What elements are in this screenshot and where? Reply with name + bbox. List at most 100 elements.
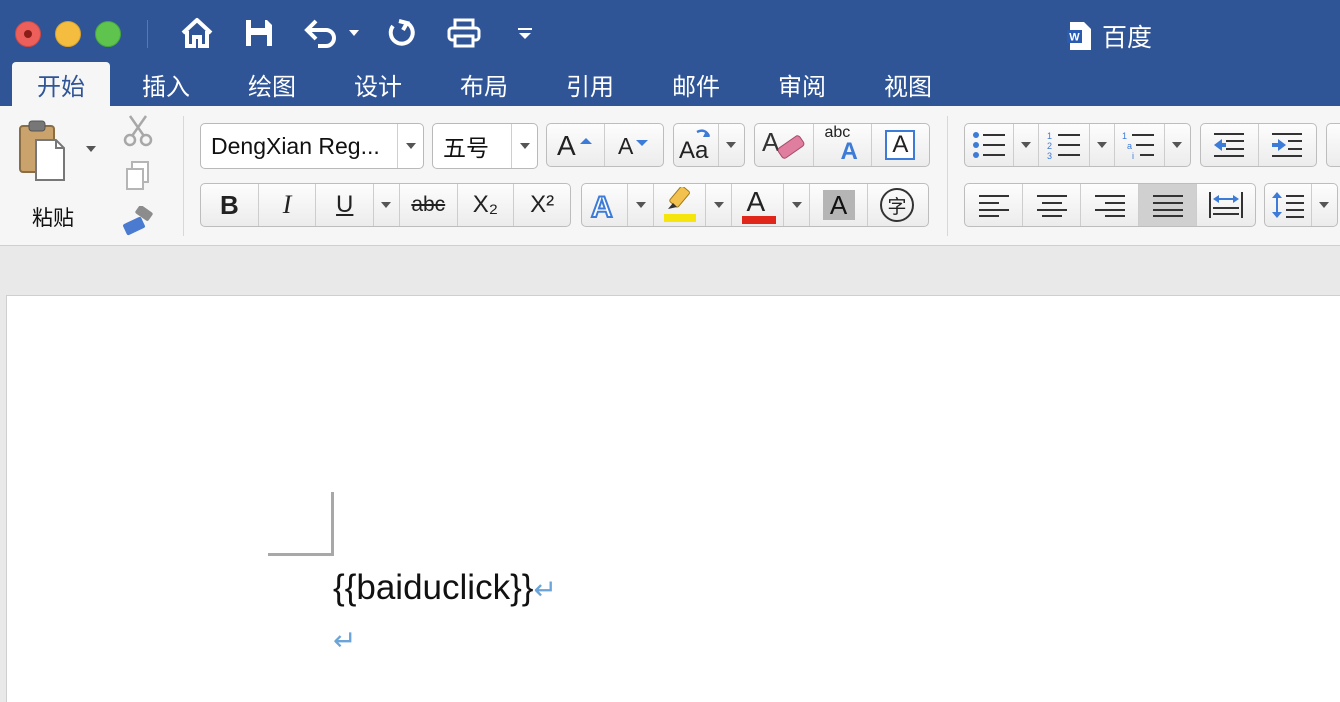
highlighter-pen-icon xyxy=(667,185,690,209)
tab-design[interactable]: 设计 xyxy=(332,62,424,106)
superscript-button[interactable]: X² xyxy=(514,184,570,226)
close-window-button[interactable] xyxy=(15,21,41,47)
document-page[interactable] xyxy=(6,295,1340,702)
clear-formatting-button[interactable]: A xyxy=(755,124,815,166)
sort-button[interactable] xyxy=(1327,124,1340,166)
distributed-button[interactable] xyxy=(1197,184,1255,226)
svg-text:2: 2 xyxy=(1047,141,1052,151)
change-case-dropdown[interactable] xyxy=(719,124,744,166)
chevron-down-icon xyxy=(1319,202,1330,208)
character-shading-button[interactable]: A xyxy=(810,184,868,226)
numbering-dropdown[interactable] xyxy=(1090,124,1116,166)
increase-indent-button[interactable] xyxy=(1259,124,1317,166)
highlight-button[interactable] xyxy=(654,184,706,226)
text-effects-dropdown[interactable] xyxy=(628,184,654,226)
paste-button[interactable]: 粘贴 xyxy=(14,118,78,230)
tab-references[interactable]: 引用 xyxy=(544,62,636,106)
home-button[interactable] xyxy=(178,14,216,52)
eraser-icon: A xyxy=(762,127,805,159)
copy-button[interactable] xyxy=(124,160,154,197)
bold-button[interactable]: B xyxy=(201,184,259,226)
align-left-button[interactable] xyxy=(965,184,1023,226)
undo-icon xyxy=(304,19,336,48)
empty-paragraph[interactable]: ↵ xyxy=(333,624,356,657)
text-effects-button[interactable]: A xyxy=(582,184,628,226)
tab-view[interactable]: 视图 xyxy=(862,62,954,106)
strikethrough-button[interactable]: abc xyxy=(400,184,458,226)
customize-toolbar-button[interactable] xyxy=(514,14,536,52)
tab-layout[interactable]: 布局 xyxy=(438,62,530,106)
multilevel-list-dropdown[interactable] xyxy=(1165,124,1190,166)
chevron-down-icon xyxy=(1096,142,1107,148)
tab-home[interactable]: 开始 xyxy=(12,62,110,106)
change-case-button[interactable]: Aa xyxy=(674,124,719,166)
svg-text:W: W xyxy=(1069,32,1080,44)
chevron-down-icon xyxy=(713,202,724,208)
multilevel-list-icon: 1ai xyxy=(1122,131,1155,160)
list-group: 123 1ai xyxy=(964,123,1191,167)
paragraph-mark-icon: ↵ xyxy=(333,625,357,656)
svg-text:A: A xyxy=(762,127,780,157)
divider xyxy=(147,20,148,48)
font-color-swatch xyxy=(741,216,776,224)
justify-button[interactable] xyxy=(1139,184,1197,226)
numbering-button[interactable]: 123 xyxy=(1039,124,1090,166)
minimize-window-button[interactable] xyxy=(55,21,81,47)
undo-dropdown[interactable] xyxy=(346,14,362,52)
paste-options-dropdown[interactable] xyxy=(86,146,96,152)
decrease-indent-button[interactable] xyxy=(1201,124,1259,166)
undo-button[interactable] xyxy=(302,14,340,52)
grow-font-button[interactable]: A xyxy=(547,124,606,166)
chevron-down-icon xyxy=(519,143,530,149)
underline-dropdown[interactable] xyxy=(374,184,400,226)
divider xyxy=(947,116,948,236)
highlight-dropdown[interactable] xyxy=(706,184,732,226)
font-name-select[interactable]: DengXian Reg... xyxy=(200,123,424,169)
zoom-window-button[interactable] xyxy=(95,21,121,47)
chevron-down-icon xyxy=(726,142,737,148)
highlight-color-swatch xyxy=(663,214,696,222)
more-icon xyxy=(518,28,532,39)
tab-draw[interactable]: 绘图 xyxy=(226,62,318,106)
merge-field-text: {{baiduclick}} xyxy=(333,568,534,607)
numbered-list-icon: 123 xyxy=(1047,131,1080,160)
align-center-button[interactable] xyxy=(1023,184,1081,226)
underline-button[interactable]: U xyxy=(316,184,375,226)
font-name-dropdown[interactable] xyxy=(397,124,423,168)
scissors-icon xyxy=(123,115,153,147)
format-painter-button[interactable] xyxy=(120,205,156,243)
tab-mailings[interactable]: 邮件 xyxy=(650,62,742,106)
spelling-button[interactable]: abc A xyxy=(814,124,872,166)
line-spacing-button[interactable] xyxy=(1265,184,1312,226)
subscript-button[interactable]: X₂ xyxy=(458,184,515,226)
bullets-button[interactable] xyxy=(965,124,1014,166)
font-color-icon: A xyxy=(740,186,776,224)
align-right-button[interactable] xyxy=(1081,184,1139,226)
tab-insert[interactable]: 插入 xyxy=(120,62,212,106)
multilevel-list-button[interactable]: 1ai xyxy=(1115,124,1165,166)
font-color-button[interactable]: A xyxy=(732,184,784,226)
distribute-icon xyxy=(1209,192,1243,218)
font-size-dropdown[interactable] xyxy=(511,124,537,168)
change-case-group: Aa xyxy=(673,123,745,167)
title-bar: W 百度 xyxy=(0,0,1340,62)
tab-review[interactable]: 审阅 xyxy=(756,62,848,106)
bullets-dropdown[interactable] xyxy=(1014,124,1040,166)
character-shading-icon: A xyxy=(822,190,855,220)
save-icon xyxy=(246,20,272,46)
font-size-step-group: A A xyxy=(546,123,664,167)
character-border-button[interactable]: A xyxy=(872,124,929,166)
italic-button[interactable]: I xyxy=(259,184,317,226)
svg-text:3: 3 xyxy=(1047,151,1052,160)
line-spacing-dropdown[interactable] xyxy=(1312,184,1337,226)
cut-button[interactable] xyxy=(122,114,154,153)
font-size-select[interactable]: 五号 xyxy=(432,123,538,169)
font-color-dropdown[interactable] xyxy=(784,184,810,226)
paste-label: 粘贴 xyxy=(32,206,74,230)
document-text-line[interactable]: {{baiduclick}}↵ xyxy=(333,568,557,608)
redo-button[interactable] xyxy=(382,14,420,52)
print-button[interactable] xyxy=(444,14,484,52)
enclose-characters-button[interactable]: 字 xyxy=(868,184,926,226)
shrink-font-button[interactable]: A xyxy=(605,124,663,166)
save-button[interactable] xyxy=(240,14,278,52)
